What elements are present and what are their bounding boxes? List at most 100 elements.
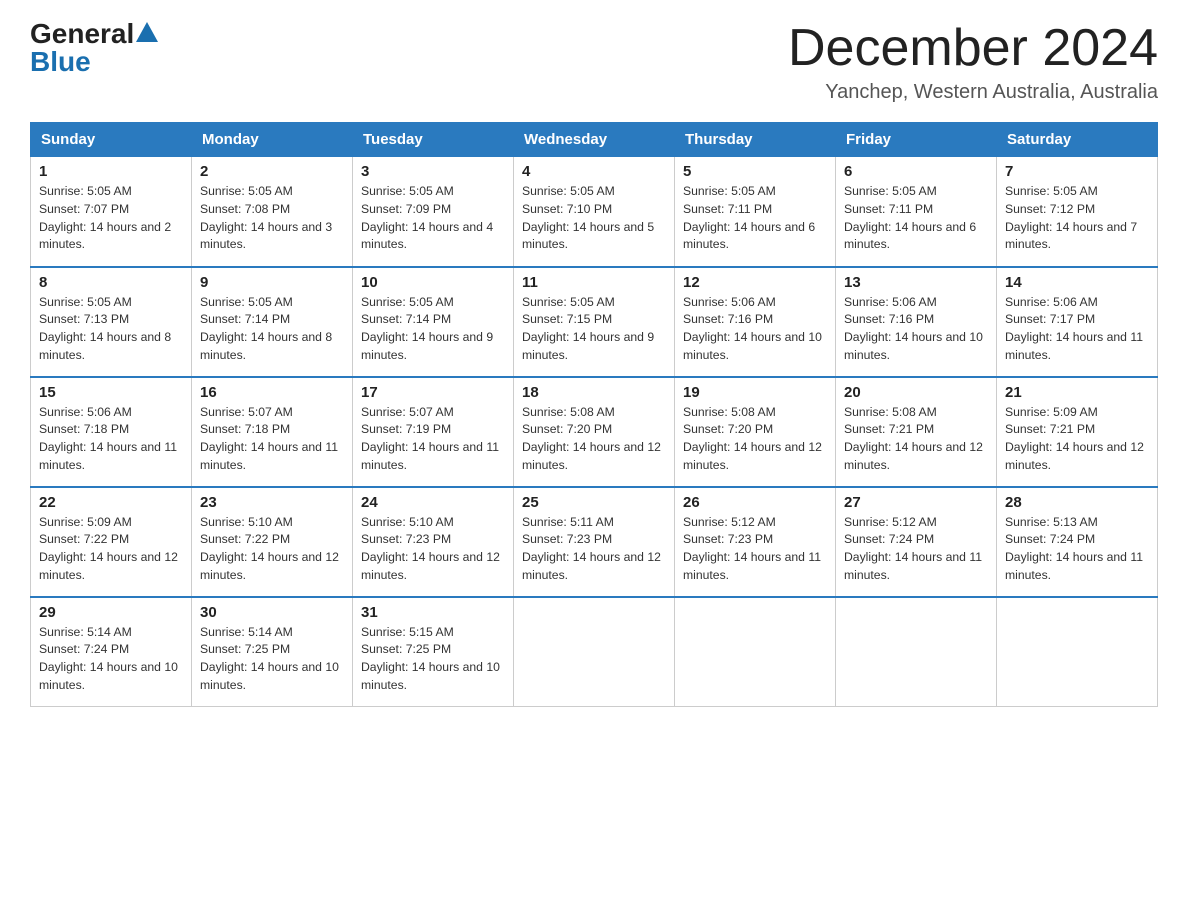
day-number: 7 (1005, 163, 1149, 180)
day-info: Sunrise: 5:13 AMSunset: 7:24 PMDaylight:… (1005, 514, 1149, 585)
day-info: Sunrise: 5:05 AMSunset: 7:11 PMDaylight:… (844, 183, 988, 254)
calendar-cell: 7 Sunrise: 5:05 AMSunset: 7:12 PMDayligh… (997, 157, 1158, 267)
day-info: Sunrise: 5:10 AMSunset: 7:23 PMDaylight:… (361, 514, 505, 585)
day-number: 6 (844, 163, 988, 180)
calendar-cell (836, 597, 997, 707)
week-row-4: 22 Sunrise: 5:09 AMSunset: 7:22 PMDaylig… (31, 487, 1158, 597)
col-header-sunday: Sunday (31, 123, 192, 157)
calendar-cell (997, 597, 1158, 707)
col-header-tuesday: Tuesday (353, 123, 514, 157)
calendar-table: SundayMondayTuesdayWednesdayThursdayFrid… (30, 122, 1158, 707)
day-info: Sunrise: 5:12 AMSunset: 7:23 PMDaylight:… (683, 514, 827, 585)
day-info: Sunrise: 5:07 AMSunset: 7:19 PMDaylight:… (361, 404, 505, 475)
day-number: 23 (200, 494, 344, 511)
week-row-2: 8 Sunrise: 5:05 AMSunset: 7:13 PMDayligh… (31, 267, 1158, 377)
day-info: Sunrise: 5:09 AMSunset: 7:21 PMDaylight:… (1005, 404, 1149, 475)
day-number: 25 (522, 494, 666, 511)
day-number: 22 (39, 494, 183, 511)
day-number: 16 (200, 384, 344, 401)
day-number: 1 (39, 163, 183, 180)
day-number: 24 (361, 494, 505, 511)
day-info: Sunrise: 5:11 AMSunset: 7:23 PMDaylight:… (522, 514, 666, 585)
calendar-cell: 21 Sunrise: 5:09 AMSunset: 7:21 PMDaylig… (997, 377, 1158, 487)
calendar-cell: 24 Sunrise: 5:10 AMSunset: 7:23 PMDaylig… (353, 487, 514, 597)
calendar-cell: 20 Sunrise: 5:08 AMSunset: 7:21 PMDaylig… (836, 377, 997, 487)
day-number: 20 (844, 384, 988, 401)
day-number: 5 (683, 163, 827, 180)
location-title: Yanchep, Western Australia, Australia (788, 81, 1158, 104)
day-info: Sunrise: 5:08 AMSunset: 7:20 PMDaylight:… (683, 404, 827, 475)
day-info: Sunrise: 5:05 AMSunset: 7:11 PMDaylight:… (683, 183, 827, 254)
day-number: 27 (844, 494, 988, 511)
week-row-5: 29 Sunrise: 5:14 AMSunset: 7:24 PMDaylig… (31, 597, 1158, 707)
day-info: Sunrise: 5:06 AMSunset: 7:16 PMDaylight:… (844, 294, 988, 365)
day-info: Sunrise: 5:05 AMSunset: 7:14 PMDaylight:… (200, 294, 344, 365)
day-info: Sunrise: 5:07 AMSunset: 7:18 PMDaylight:… (200, 404, 344, 475)
day-info: Sunrise: 5:06 AMSunset: 7:16 PMDaylight:… (683, 294, 827, 365)
calendar-cell: 6 Sunrise: 5:05 AMSunset: 7:11 PMDayligh… (836, 157, 997, 267)
calendar-cell: 2 Sunrise: 5:05 AMSunset: 7:08 PMDayligh… (192, 157, 353, 267)
day-number: 17 (361, 384, 505, 401)
day-number: 19 (683, 384, 827, 401)
month-title: December 2024 (788, 20, 1158, 77)
day-number: 31 (361, 604, 505, 621)
day-number: 21 (1005, 384, 1149, 401)
calendar-cell: 3 Sunrise: 5:05 AMSunset: 7:09 PMDayligh… (353, 157, 514, 267)
calendar-cell: 31 Sunrise: 5:15 AMSunset: 7:25 PMDaylig… (353, 597, 514, 707)
calendar-cell: 27 Sunrise: 5:12 AMSunset: 7:24 PMDaylig… (836, 487, 997, 597)
logo-general: General (30, 20, 134, 48)
day-info: Sunrise: 5:05 AMSunset: 7:09 PMDaylight:… (361, 183, 505, 254)
calendar-cell: 28 Sunrise: 5:13 AMSunset: 7:24 PMDaylig… (997, 487, 1158, 597)
day-info: Sunrise: 5:05 AMSunset: 7:10 PMDaylight:… (522, 183, 666, 254)
calendar-cell: 1 Sunrise: 5:05 AMSunset: 7:07 PMDayligh… (31, 157, 192, 267)
calendar-cell: 23 Sunrise: 5:10 AMSunset: 7:22 PMDaylig… (192, 487, 353, 597)
day-info: Sunrise: 5:14 AMSunset: 7:25 PMDaylight:… (200, 624, 344, 695)
day-number: 29 (39, 604, 183, 621)
calendar-cell: 16 Sunrise: 5:07 AMSunset: 7:18 PMDaylig… (192, 377, 353, 487)
day-number: 14 (1005, 274, 1149, 291)
day-info: Sunrise: 5:05 AMSunset: 7:07 PMDaylight:… (39, 183, 183, 254)
day-number: 12 (683, 274, 827, 291)
logo-triangle-icon (136, 22, 158, 42)
calendar-cell: 12 Sunrise: 5:06 AMSunset: 7:16 PMDaylig… (675, 267, 836, 377)
day-number: 11 (522, 274, 666, 291)
day-number: 3 (361, 163, 505, 180)
calendar-cell: 22 Sunrise: 5:09 AMSunset: 7:22 PMDaylig… (31, 487, 192, 597)
col-header-monday: Monday (192, 123, 353, 157)
col-header-saturday: Saturday (997, 123, 1158, 157)
calendar-cell: 13 Sunrise: 5:06 AMSunset: 7:16 PMDaylig… (836, 267, 997, 377)
calendar-cell: 17 Sunrise: 5:07 AMSunset: 7:19 PMDaylig… (353, 377, 514, 487)
day-info: Sunrise: 5:05 AMSunset: 7:12 PMDaylight:… (1005, 183, 1149, 254)
day-info: Sunrise: 5:08 AMSunset: 7:21 PMDaylight:… (844, 404, 988, 475)
calendar-cell: 15 Sunrise: 5:06 AMSunset: 7:18 PMDaylig… (31, 377, 192, 487)
day-info: Sunrise: 5:05 AMSunset: 7:13 PMDaylight:… (39, 294, 183, 365)
week-row-3: 15 Sunrise: 5:06 AMSunset: 7:18 PMDaylig… (31, 377, 1158, 487)
logo-blue: Blue (30, 48, 91, 76)
logo: General Blue (30, 20, 158, 76)
calendar-header-row: SundayMondayTuesdayWednesdayThursdayFrid… (31, 123, 1158, 157)
day-number: 4 (522, 163, 666, 180)
calendar-cell (514, 597, 675, 707)
calendar-cell: 10 Sunrise: 5:05 AMSunset: 7:14 PMDaylig… (353, 267, 514, 377)
day-info: Sunrise: 5:09 AMSunset: 7:22 PMDaylight:… (39, 514, 183, 585)
day-number: 9 (200, 274, 344, 291)
calendar-cell: 19 Sunrise: 5:08 AMSunset: 7:20 PMDaylig… (675, 377, 836, 487)
calendar-cell: 26 Sunrise: 5:12 AMSunset: 7:23 PMDaylig… (675, 487, 836, 597)
day-number: 2 (200, 163, 344, 180)
calendar-cell: 18 Sunrise: 5:08 AMSunset: 7:20 PMDaylig… (514, 377, 675, 487)
day-number: 8 (39, 274, 183, 291)
calendar-cell (675, 597, 836, 707)
calendar-cell: 5 Sunrise: 5:05 AMSunset: 7:11 PMDayligh… (675, 157, 836, 267)
page-header: General Blue December 2024 Yanchep, West… (30, 20, 1158, 104)
col-header-wednesday: Wednesday (514, 123, 675, 157)
day-info: Sunrise: 5:12 AMSunset: 7:24 PMDaylight:… (844, 514, 988, 585)
day-info: Sunrise: 5:14 AMSunset: 7:24 PMDaylight:… (39, 624, 183, 695)
day-info: Sunrise: 5:05 AMSunset: 7:08 PMDaylight:… (200, 183, 344, 254)
calendar-cell: 8 Sunrise: 5:05 AMSunset: 7:13 PMDayligh… (31, 267, 192, 377)
day-number: 26 (683, 494, 827, 511)
calendar-cell: 29 Sunrise: 5:14 AMSunset: 7:24 PMDaylig… (31, 597, 192, 707)
day-info: Sunrise: 5:15 AMSunset: 7:25 PMDaylight:… (361, 624, 505, 695)
day-info: Sunrise: 5:05 AMSunset: 7:15 PMDaylight:… (522, 294, 666, 365)
col-header-thursday: Thursday (675, 123, 836, 157)
calendar-cell: 30 Sunrise: 5:14 AMSunset: 7:25 PMDaylig… (192, 597, 353, 707)
